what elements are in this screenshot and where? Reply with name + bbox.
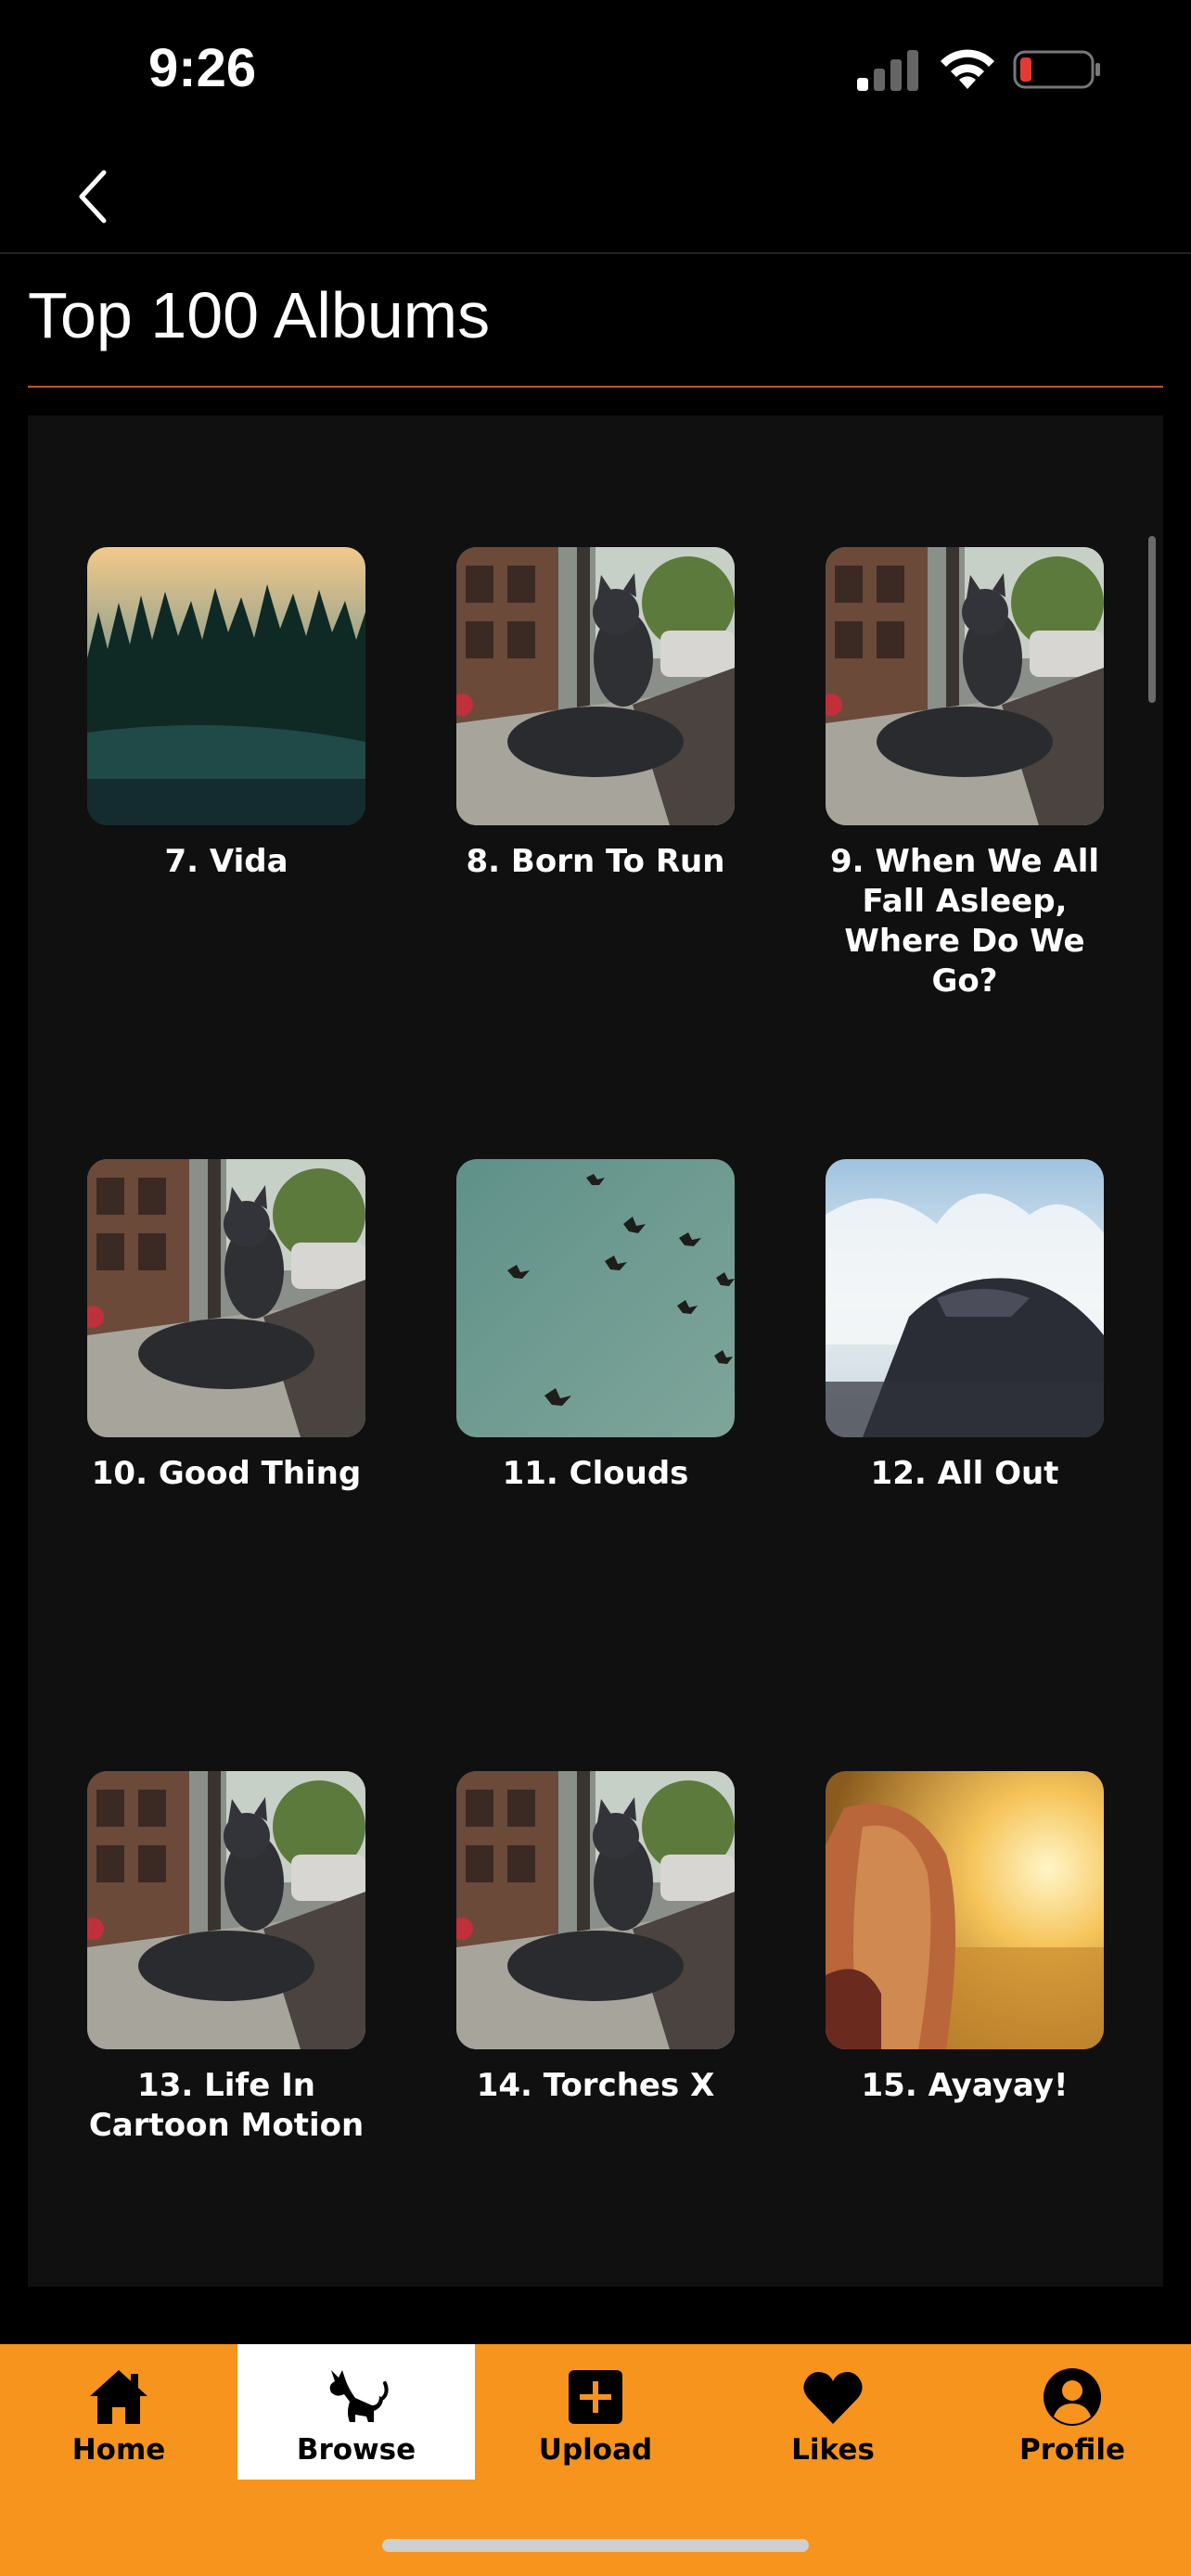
album-card[interactable]: 11. Clouds xyxy=(456,1159,735,1771)
tab-upload[interactable]: Upload xyxy=(477,2344,714,2480)
status-bar: 9:26 xyxy=(0,0,1191,139)
album-cover[interactable] xyxy=(826,547,1104,825)
album-title: 11. Clouds xyxy=(502,1455,689,1492)
album-cover[interactable] xyxy=(456,1159,735,1437)
home-icon xyxy=(90,2370,147,2424)
album-title: 7. Vida xyxy=(164,843,288,880)
album-card[interactable]: 9. When We All Fall Asleep, Where Do We … xyxy=(826,547,1104,1159)
tab-label: Browse xyxy=(296,2433,416,2467)
tab-profile[interactable]: Profile xyxy=(954,2344,1191,2480)
cellular-signal-icon xyxy=(857,50,918,91)
album-cover[interactable] xyxy=(87,547,365,825)
title-divider xyxy=(28,386,1163,388)
screen: 9:26 Top 100 Albums 7. Vida 8. Born To R… xyxy=(0,0,1191,2576)
album-title: 9. When We All Fall Asleep, Where Do We … xyxy=(829,843,1100,1000)
chevron-left-icon xyxy=(79,170,107,223)
album-cover[interactable] xyxy=(456,1771,735,2049)
tab-label: Likes xyxy=(791,2433,875,2467)
album-card[interactable]: 15. Ayayay! xyxy=(826,1771,1104,2287)
profile-icon xyxy=(1044,2368,1101,2426)
wifi-icon xyxy=(941,49,994,89)
album-cover[interactable] xyxy=(826,1159,1104,1437)
tab-label: Upload xyxy=(538,2433,653,2467)
scrollbar[interactable] xyxy=(1148,536,1156,703)
album-cover[interactable] xyxy=(826,1771,1104,2049)
album-cover[interactable] xyxy=(456,547,735,825)
album-card[interactable]: 12. All Out xyxy=(826,1159,1104,1771)
album-card[interactable]: 13. Life In Cartoon Motion xyxy=(87,1771,365,2287)
album-cover[interactable] xyxy=(87,1771,365,2049)
home-indicator xyxy=(382,2539,809,2552)
album-card[interactable]: 14. Torches X xyxy=(456,1771,735,2287)
album-grid: 7. Vida 8. Born To Run 9. When We All Fa… xyxy=(87,547,1104,2287)
album-title: 12. All Out xyxy=(870,1455,1059,1492)
album-title: 14. Torches X xyxy=(476,2067,715,2104)
heart-icon xyxy=(803,2372,863,2424)
tab-bar: Home Browse Upload Likes Profile xyxy=(0,2344,1191,2576)
album-card[interactable]: 8. Born To Run xyxy=(456,547,735,1159)
tab-label: Profile xyxy=(1019,2433,1125,2467)
album-title: 8. Born To Run xyxy=(466,843,725,880)
album-title: 13. Life In Cartoon Motion xyxy=(88,2067,365,2144)
tab-likes[interactable]: Likes xyxy=(714,2344,952,2480)
album-cover[interactable] xyxy=(87,1159,365,1437)
album-title: 10. Good Thing xyxy=(91,1455,362,1492)
tab-home[interactable]: Home xyxy=(0,2344,237,2480)
cat-icon xyxy=(329,2370,389,2422)
album-card[interactable]: 7. Vida xyxy=(87,547,365,1159)
nav-bar xyxy=(0,139,1191,254)
status-time: 9:26 xyxy=(148,38,257,98)
page-title: Top 100 Albums xyxy=(28,279,491,351)
album-row: 10. Good Thing 11. Clouds 12. All Out xyxy=(87,1159,1104,1771)
back-button[interactable] xyxy=(56,159,130,234)
album-row: 7. Vida 8. Born To Run 9. When We All Fa… xyxy=(87,547,1104,1159)
battery-icon xyxy=(1013,50,1100,89)
tab-label: Home xyxy=(71,2433,166,2467)
album-grid-panel[interactable]: 7. Vida 8. Born To Run 9. When We All Fa… xyxy=(28,415,1163,2287)
album-row: 13. Life In Cartoon Motion 14. Torches X… xyxy=(87,1771,1104,2287)
album-title: 15. Ayayay! xyxy=(861,2067,1069,2104)
tab-browse[interactable]: Browse xyxy=(237,2344,475,2480)
plus-square-icon xyxy=(569,2370,622,2424)
album-card[interactable]: 10. Good Thing xyxy=(87,1159,365,1771)
